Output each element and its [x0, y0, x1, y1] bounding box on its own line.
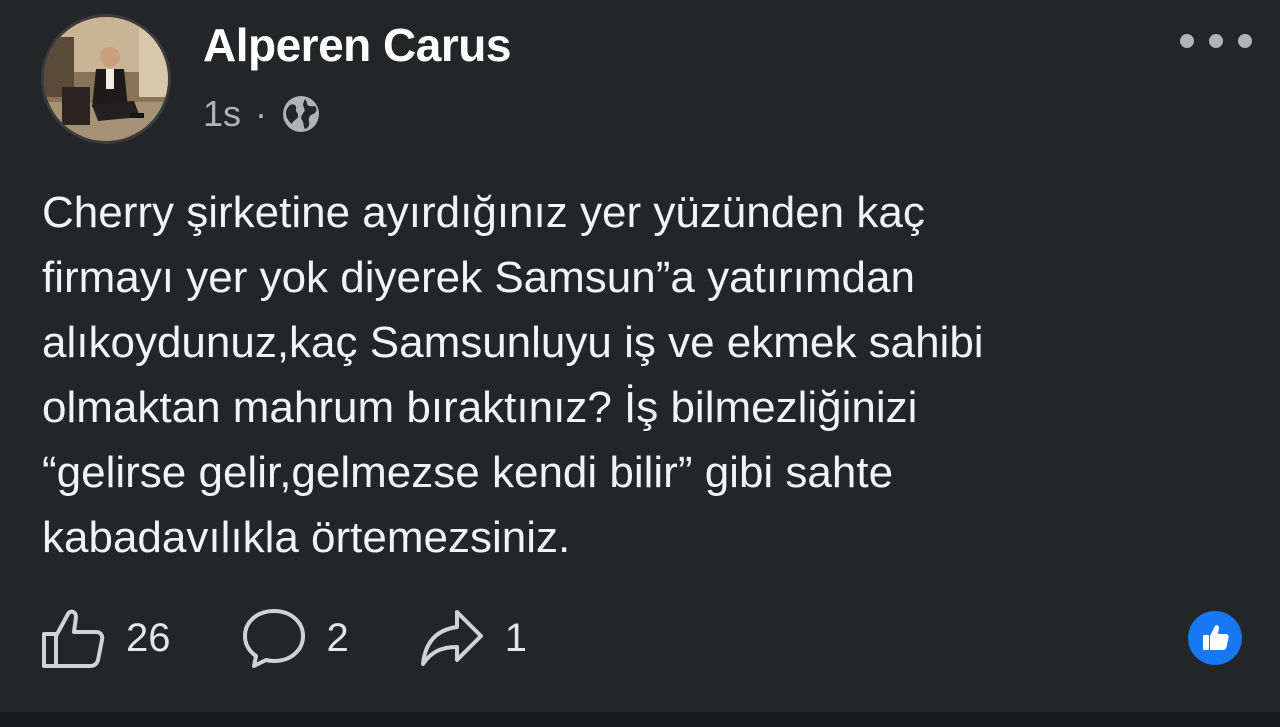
post-meta: 1s · [203, 92, 321, 136]
more-dots-icon [1209, 34, 1223, 48]
facebook-post: Alperen Carus 1s · Cherry şirketine ayır… [0, 0, 1280, 712]
action-bar: 26 2 1 [40, 603, 597, 673]
like-count: 26 [126, 615, 171, 660]
post-text-line: olmaktan mahrum bıraktınız? İş bilmezliğ… [42, 383, 918, 432]
comment-button[interactable]: 2 [241, 606, 349, 670]
like-reaction-icon [1203, 625, 1229, 650]
meta-separator: · [255, 93, 268, 134]
post-text-line: “gelirse gelir,gelmezse kendi bilir” gib… [42, 448, 894, 497]
avatar[interactable] [41, 14, 171, 144]
more-options-button[interactable] [1180, 26, 1252, 56]
post-text-line: firmayı yer yok diyerek Samsun”a yatırım… [42, 253, 915, 302]
more-dots-icon [1238, 34, 1252, 48]
like-button[interactable]: 26 [40, 606, 171, 670]
profile-photo [44, 17, 168, 141]
post-text-line: kabadavılıkla örtemezsiniz. [42, 513, 571, 562]
comment-icon [242, 609, 305, 668]
author-name[interactable]: Alperen Carus [203, 18, 511, 72]
post-text-line: alıkoydunuz,kaç Samsunluyu iş ve ekmek s… [42, 318, 984, 367]
share-button[interactable]: 1 [419, 606, 527, 670]
post-timestamp[interactable]: 1s [203, 93, 241, 135]
thumbs-up-icon [42, 609, 105, 668]
like-reaction-badge[interactable] [1188, 611, 1242, 665]
more-dots-icon [1180, 34, 1194, 48]
post-text-line: Cherry şirketine ayırdığınız yer yüzünde… [42, 188, 925, 237]
share-icon [420, 610, 483, 666]
comment-count: 2 [326, 615, 349, 660]
bottom-divider [0, 712, 1280, 727]
globe-icon[interactable] [281, 94, 321, 134]
post-body: Cherry şirketine ayırdığınız yer yüzünde… [42, 180, 1192, 570]
share-count: 1 [504, 615, 527, 660]
